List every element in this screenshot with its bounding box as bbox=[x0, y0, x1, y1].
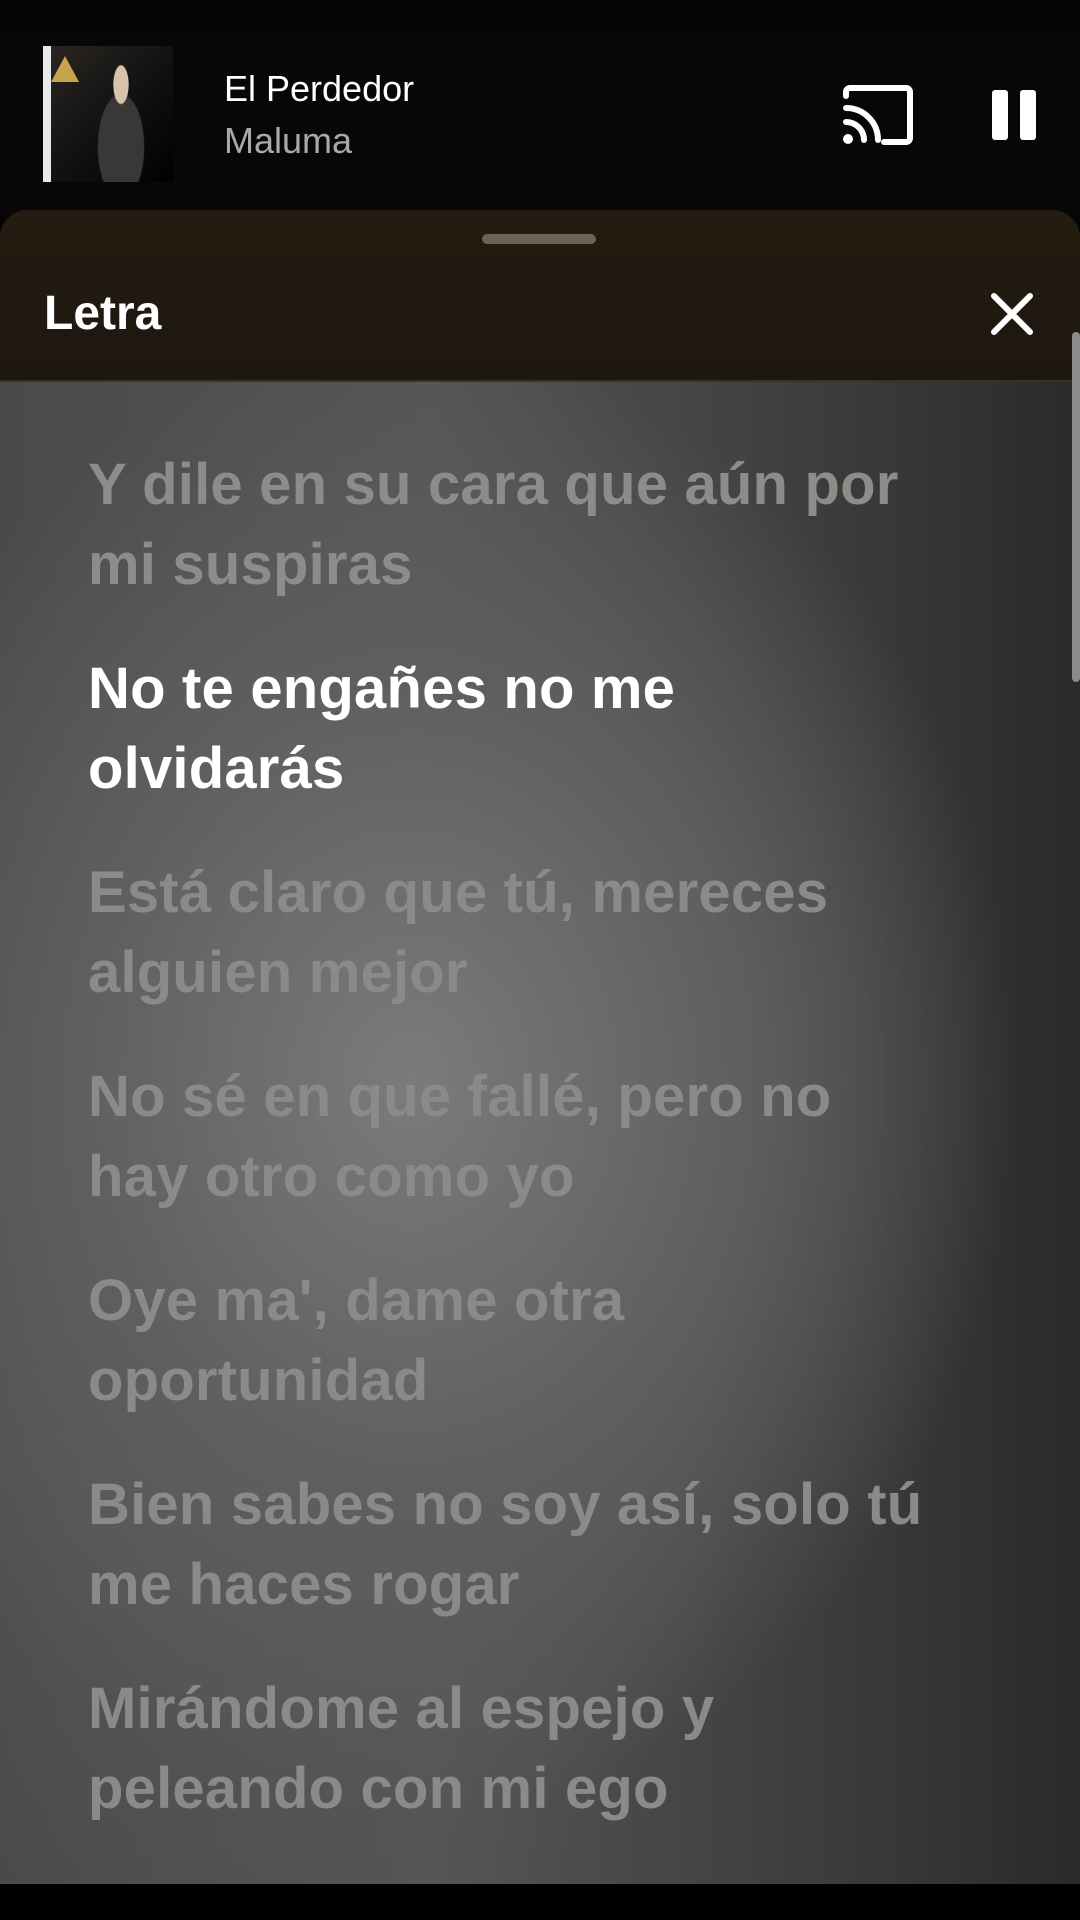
lyrics-header: Letra bbox=[0, 210, 1080, 382]
lyrics-title: Letra bbox=[44, 287, 162, 340]
lyric-line[interactable]: No sé en que fallé, pero no hay otro com… bbox=[88, 1057, 1008, 1217]
drag-handle[interactable] bbox=[482, 234, 596, 244]
album-art-edge bbox=[43, 46, 51, 182]
lyric-text: Está claro que tú, mereces bbox=[88, 860, 829, 925]
lyric-text: No sé en que fallé, pero no bbox=[88, 1064, 832, 1129]
track-title[interactable]: El Perdedor bbox=[224, 68, 414, 110]
lyric-text: Mirándome al espejo y bbox=[88, 1676, 715, 1741]
cast-icon[interactable] bbox=[840, 84, 916, 148]
lyrics-sheet: Letra Y dile en su cara que aún por mi s… bbox=[0, 210, 1080, 1886]
lyric-text: me haces rogar bbox=[88, 1552, 520, 1617]
track-artist[interactable]: Maluma bbox=[224, 120, 352, 162]
artist-logo-icon bbox=[51, 56, 79, 82]
album-art[interactable] bbox=[43, 46, 173, 182]
close-icon[interactable] bbox=[984, 286, 1040, 342]
lyric-text: Oye ma', dame otra bbox=[88, 1268, 625, 1333]
lyric-text: oportunidad bbox=[88, 1348, 429, 1413]
lyric-line[interactable]: Mirándome al espejo y peleando con mi eg… bbox=[88, 1669, 1008, 1829]
lyric-text: Bien sabes no soy así, solo tú bbox=[88, 1472, 923, 1537]
lyric-text: Y dile en su cara que aún por bbox=[88, 452, 899, 517]
pause-icon-bar bbox=[1020, 90, 1036, 140]
pause-button[interactable] bbox=[984, 86, 1044, 146]
navigation-bar bbox=[0, 1884, 1080, 1920]
lyric-text: peleando con mi ego bbox=[88, 1756, 669, 1821]
lyric-line-active[interactable]: No te engañes no me olvidarás bbox=[88, 649, 1008, 809]
lyric-text: olvidarás bbox=[88, 736, 345, 801]
scrollbar[interactable] bbox=[1072, 332, 1080, 682]
pause-icon bbox=[992, 90, 1008, 140]
lyric-text: No te engañes no me bbox=[88, 656, 676, 721]
lyrics-list: Y dile en su cara que aún por mi suspira… bbox=[88, 445, 1008, 1873]
lyric-text: alguien mejor bbox=[88, 940, 468, 1005]
lyric-line[interactable]: Oye ma', dame otra oportunidad bbox=[88, 1261, 1008, 1421]
artist-photo bbox=[81, 56, 161, 182]
mini-player[interactable]: El Perdedor Maluma bbox=[0, 36, 1080, 216]
lyric-text: hay otro como yo bbox=[88, 1144, 575, 1209]
lyric-text: mi suspiras bbox=[88, 532, 413, 597]
lyric-line[interactable]: Y dile en su cara que aún por mi suspira… bbox=[88, 445, 1008, 605]
screen: El Perdedor Maluma Letra Y dile en su ca… bbox=[0, 0, 1080, 1920]
lyric-line[interactable]: Está claro que tú, mereces alguien mejor bbox=[88, 853, 1008, 1013]
lyric-line[interactable]: Bien sabes no soy así, solo tú me haces … bbox=[88, 1465, 1008, 1625]
